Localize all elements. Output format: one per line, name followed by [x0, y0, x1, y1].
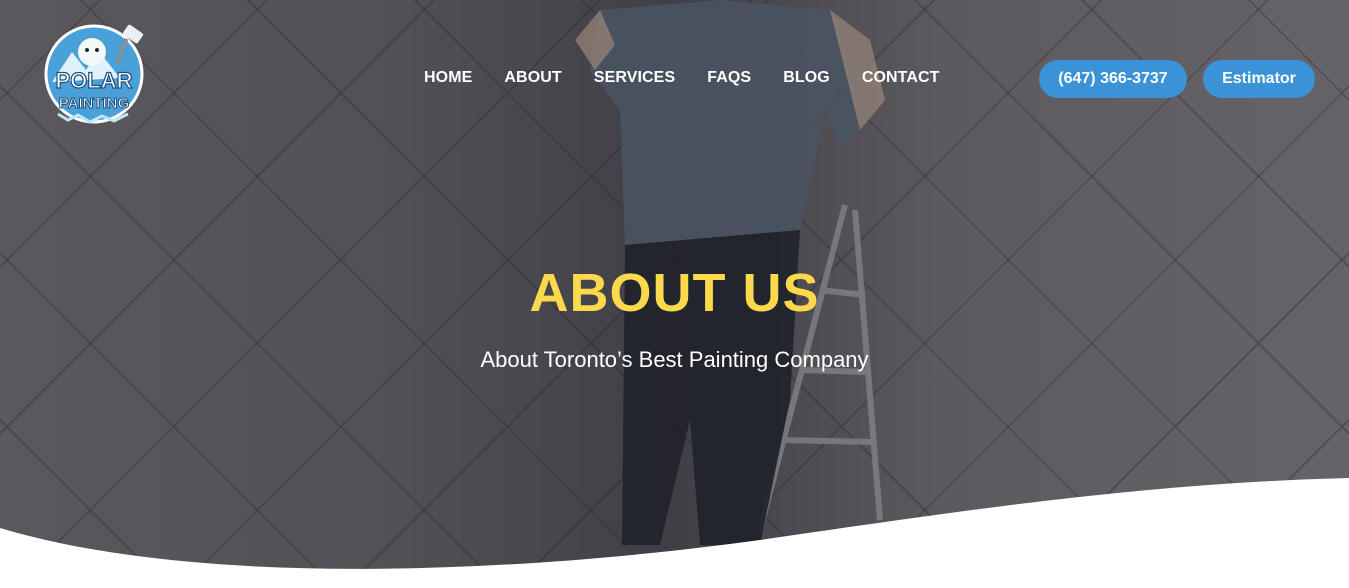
phone-button[interactable]: (647) 366-3737 — [1039, 60, 1187, 98]
nav-faqs[interactable]: FAQS — [707, 69, 751, 87]
page-subtitle: About Toronto’s Best Painting Company — [480, 347, 869, 372]
logo-text-polar: POLAR — [56, 68, 133, 93]
page-title: ABOUT US — [529, 263, 820, 323]
nav-contact[interactable]: CONTACT — [862, 69, 940, 87]
polar-painting-logo[interactable]: POLAR PAINTING — [38, 22, 150, 128]
nav-services[interactable]: SERVICES — [594, 69, 675, 87]
nav-about[interactable]: ABOUT — [504, 69, 561, 87]
nav-home[interactable]: HOME — [424, 69, 472, 87]
logo-text-painting: PAINTING — [59, 95, 130, 112]
wave-divider — [0, 478, 1349, 588]
nav-blog[interactable]: BLOG — [783, 69, 830, 87]
estimator-button[interactable]: Estimator — [1203, 60, 1315, 98]
hero-section: POLAR PAINTING HOME ABOUT SERVICES FAQS … — [0, 0, 1349, 588]
main-nav: HOME ABOUT SERVICES FAQS BLOG CONTACT — [424, 69, 940, 87]
